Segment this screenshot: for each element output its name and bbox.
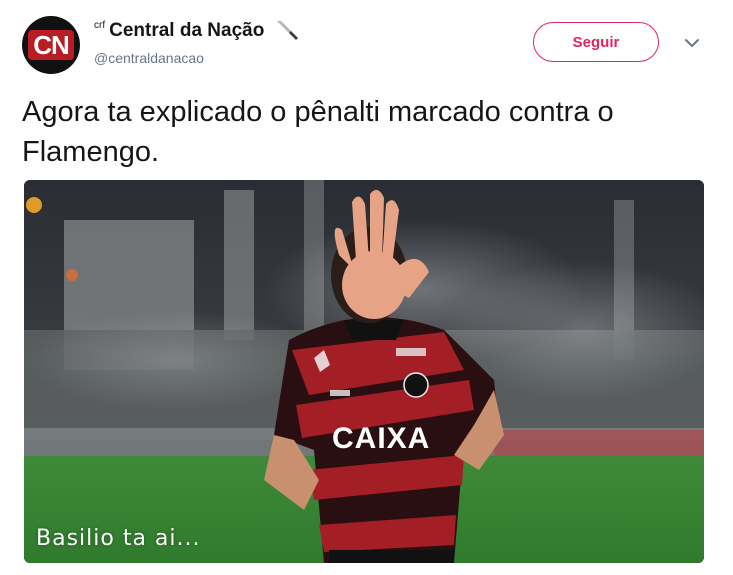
name-row: crf Central da Nação — [94, 18, 300, 44]
display-name[interactable]: Central da Nação — [109, 20, 264, 42]
photo-caption: Basilio ta ai... — [36, 526, 201, 551]
avatar-logo: CN — [28, 30, 74, 60]
handle[interactable]: @centraldanacao — [94, 50, 300, 66]
photo-scene — [24, 180, 704, 563]
follow-button[interactable]: Seguir — [533, 22, 659, 62]
jersey-sponsor-text: CAIXA — [332, 422, 431, 455]
avatar[interactable]: CN — [22, 16, 80, 74]
tweet-text: Agora ta explicado o pênalti marcado con… — [22, 96, 614, 168]
tweet-header: CN crf Central da Nação @centraldanacao … — [0, 0, 733, 86]
chevron-down-icon[interactable] — [683, 34, 701, 52]
knife-icon — [277, 21, 299, 40]
tweet-photo[interactable]: CAIXA Basilio ta ai... — [24, 180, 704, 563]
name-prefix: crf — [94, 19, 106, 31]
author-block[interactable]: crf Central da Nação @centraldanacao — [94, 18, 300, 66]
